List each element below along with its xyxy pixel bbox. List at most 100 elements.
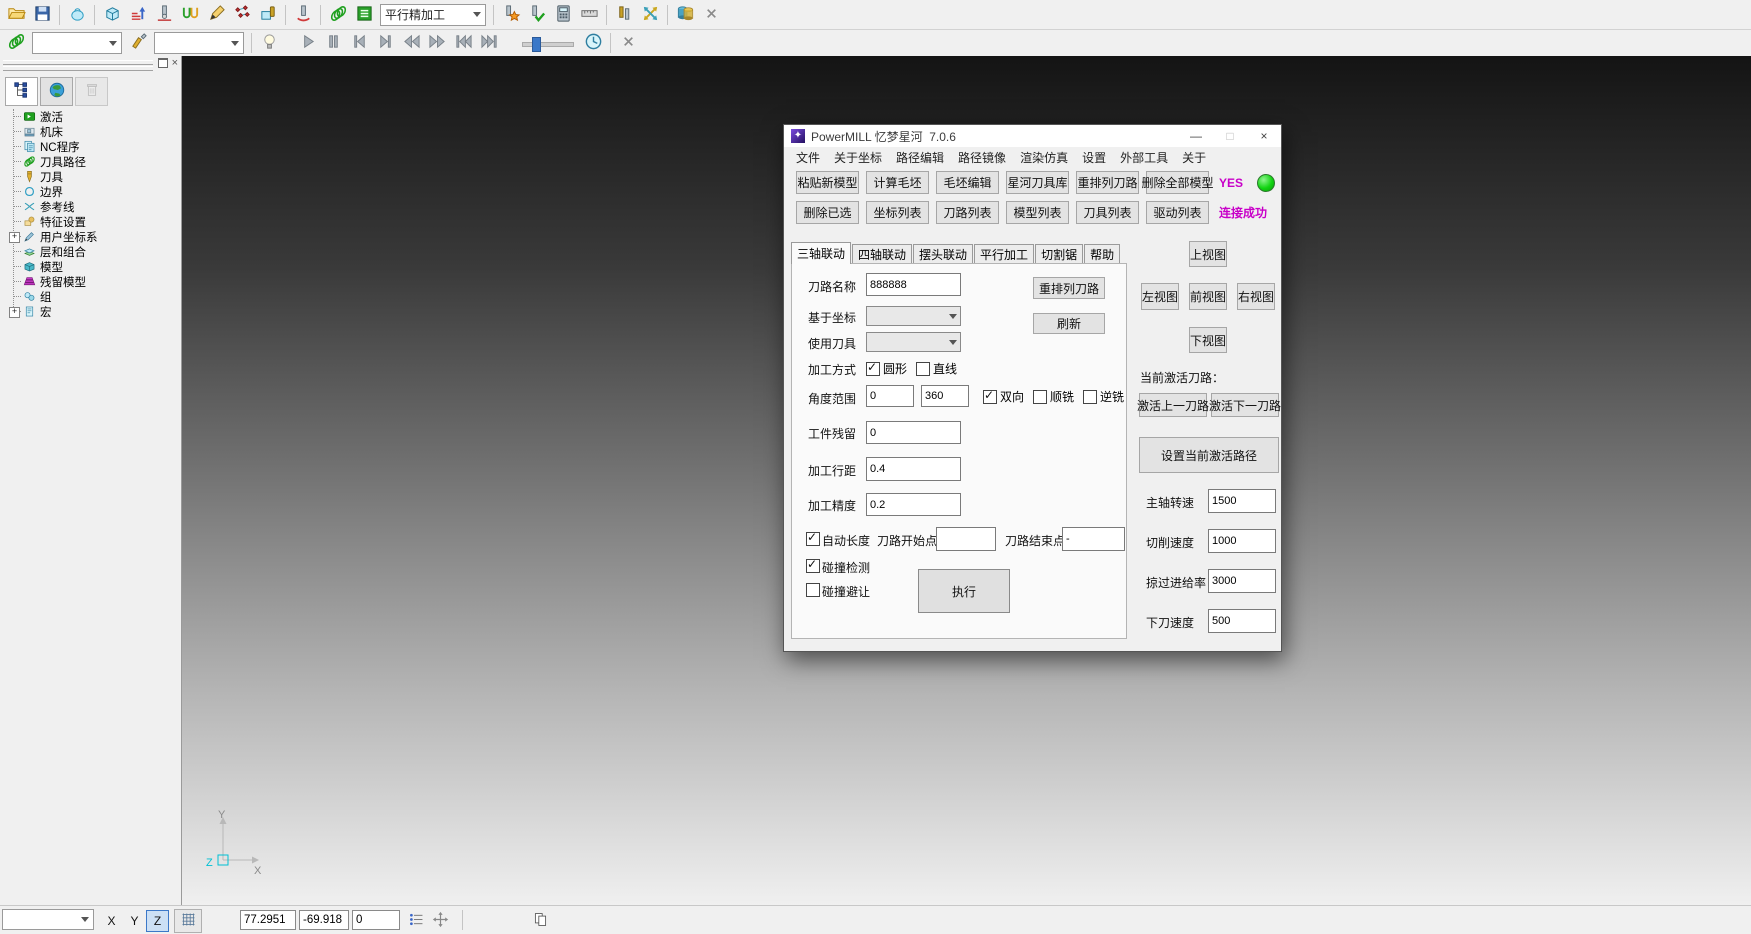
- dialog-button-xinghe-tool-library[interactable]: 星河刀具库: [1006, 171, 1069, 194]
- sim-skip-start-button[interactable]: [450, 31, 476, 55]
- sim-speed-slider[interactable]: [522, 36, 574, 50]
- tree-item-levels-and-sets[interactable]: 层和组合: [6, 244, 179, 259]
- view-right-button[interactable]: 右视图: [1237, 283, 1275, 310]
- menu-about[interactable]: 关于: [1175, 149, 1213, 166]
- minimize-button[interactable]: —: [1179, 125, 1213, 147]
- tool-select-combo[interactable]: [154, 32, 244, 54]
- use-tool-select[interactable]: [866, 332, 961, 352]
- tab-help[interactable]: 帮助: [1084, 244, 1120, 264]
- list-settings-icon[interactable]: [408, 911, 425, 928]
- panel-close-icon[interactable]: ×: [172, 58, 178, 68]
- cutting-feed-input[interactable]: [1208, 529, 1276, 553]
- sim-step-forward-button[interactable]: [372, 31, 398, 55]
- open-project-button[interactable]: [3, 3, 29, 27]
- tree-item-groups[interactable]: 组: [6, 289, 179, 304]
- tab-three-axis[interactable]: 三轴联动: [791, 242, 851, 264]
- sim-play-button[interactable]: [294, 31, 320, 55]
- transform-arrows-button[interactable]: [637, 3, 663, 27]
- stock-allowance-input[interactable]: [866, 421, 961, 444]
- linear-checkbox[interactable]: [916, 362, 930, 376]
- calculator-button[interactable]: [550, 3, 576, 27]
- option-conventional[interactable]: 逆铣: [1083, 388, 1124, 405]
- tree-item-toolpaths[interactable]: 刀具路径: [6, 154, 179, 169]
- angle-to-input[interactable]: [921, 385, 969, 407]
- start-point-input[interactable]: [936, 527, 996, 551]
- tree-item-nc-programs[interactable]: NC程序: [6, 139, 179, 154]
- dialog-button-drive-list[interactable]: 驱动列表: [1146, 201, 1209, 224]
- bidirectional-checkbox[interactable]: [983, 390, 997, 404]
- dialog-button-compute-block[interactable]: 计算毛坯: [866, 171, 929, 194]
- expand-plus-icon[interactable]: +: [9, 307, 20, 318]
- strategy-list-button[interactable]: [351, 3, 377, 27]
- panel-float-icon[interactable]: [158, 58, 168, 68]
- tree-item-patterns[interactable]: 参考线: [6, 199, 179, 214]
- stepover-input[interactable]: [866, 457, 961, 481]
- execute-button[interactable]: 执行: [918, 569, 1010, 613]
- explorer-tab-recycle-bin[interactable]: [75, 77, 108, 106]
- conventional-checkbox[interactable]: [1083, 390, 1097, 404]
- dialog-button-coord-list[interactable]: 坐标列表: [866, 201, 929, 224]
- option-climb[interactable]: 顺铣: [1033, 388, 1074, 405]
- circular-checkbox[interactable]: [866, 362, 880, 376]
- tree-item-workplanes[interactable]: +用户坐标系: [6, 229, 179, 244]
- plunge-tool-button[interactable]: [290, 3, 316, 27]
- slider-handle[interactable]: [532, 37, 541, 52]
- measure-button[interactable]: [576, 3, 602, 27]
- menu-path-mirror[interactable]: 路径镜像: [951, 149, 1013, 166]
- dialog-button-paste-new-model[interactable]: 粘贴新模型: [796, 171, 859, 194]
- close-button[interactable]: ×: [1247, 125, 1281, 147]
- leads-and-links-button[interactable]: [177, 3, 203, 27]
- pages-icon[interactable]: [532, 911, 549, 928]
- toolpath-select-combo[interactable]: [32, 32, 122, 54]
- option-bidirectional[interactable]: 双向: [983, 388, 1024, 405]
- pattern-diamonds-button[interactable]: [229, 3, 255, 27]
- tree-item-activate[interactable]: 激活: [6, 109, 179, 124]
- option-linear[interactable]: 直线: [916, 360, 957, 377]
- tree-item-feature-sets[interactable]: 特征设置: [6, 214, 179, 229]
- activate-next-toolpath-button[interactable]: 激活下一刀路: [1211, 393, 1279, 417]
- toolbar-close-button[interactable]: [698, 3, 724, 27]
- view-left-button[interactable]: 左视图: [1141, 283, 1179, 310]
- dialog-button-model-list[interactable]: 模型列表: [1006, 201, 1069, 224]
- axis-z-button[interactable]: Z: [146, 910, 169, 932]
- tool-change-button[interactable]: [611, 3, 637, 27]
- coord-x-input[interactable]: [240, 910, 296, 930]
- start-end-point-button[interactable]: [151, 3, 177, 27]
- based-coord-select[interactable]: [866, 306, 961, 326]
- auto-length-checkbox[interactable]: [806, 532, 820, 546]
- toolpath-verify-button[interactable]: [524, 3, 550, 27]
- sim-fast-forward-button[interactable]: [424, 31, 450, 55]
- tree-item-models[interactable]: 模型: [6, 259, 179, 274]
- dialog-button-rearrange-toolpaths[interactable]: 重排列刀路: [1076, 171, 1139, 194]
- dialog-button-delete-all-models[interactable]: 删除全部模型: [1146, 171, 1209, 194]
- workplane-pencil-button[interactable]: [203, 3, 229, 27]
- axis-x-button[interactable]: X: [100, 910, 123, 932]
- sim-rewind-button[interactable]: [398, 31, 424, 55]
- dialog-button-tool-list[interactable]: 刀具列表: [1076, 201, 1139, 224]
- collision-check-checkbox[interactable]: [806, 559, 820, 573]
- dialog-titlebar[interactable]: ✦ PowerMILL 忆梦星河 7.0.6 — □ ×: [784, 125, 1281, 147]
- menu-about-coords[interactable]: 关于坐标: [827, 149, 889, 166]
- tab-four-axis[interactable]: 四轴联动: [852, 244, 912, 264]
- view-bottom-button[interactable]: 下视图: [1189, 327, 1227, 353]
- sim-step-back-button[interactable]: [346, 31, 372, 55]
- view-top-button[interactable]: 上视图: [1189, 241, 1227, 267]
- tolerance-input[interactable]: [866, 493, 961, 516]
- toolbar-close-button[interactable]: [615, 31, 641, 55]
- model-compare-button[interactable]: [672, 3, 698, 27]
- view-front-button[interactable]: 前视图: [1189, 283, 1227, 310]
- menu-render-sim[interactable]: 渲染仿真: [1013, 149, 1075, 166]
- climb-checkbox[interactable]: [1033, 390, 1047, 404]
- angle-from-input[interactable]: [866, 385, 914, 407]
- refresh-button[interactable]: 刷新: [1033, 313, 1105, 334]
- skim-feed-input[interactable]: [1208, 569, 1276, 593]
- tree-item-tools[interactable]: 刀具: [6, 169, 179, 184]
- axis-y-button[interactable]: Y: [123, 910, 146, 932]
- spindle-speed-input[interactable]: [1208, 489, 1276, 513]
- rearrange-toolpath-button[interactable]: 重排列刀路: [1033, 277, 1105, 299]
- explorer-tab-explorer-tree[interactable]: [5, 77, 38, 106]
- simulation-tools-button[interactable]: [125, 31, 151, 55]
- end-point-input[interactable]: [1062, 527, 1125, 551]
- tab-cutting-saw[interactable]: 切割锯: [1035, 244, 1083, 264]
- menu-file[interactable]: 文件: [789, 149, 827, 166]
